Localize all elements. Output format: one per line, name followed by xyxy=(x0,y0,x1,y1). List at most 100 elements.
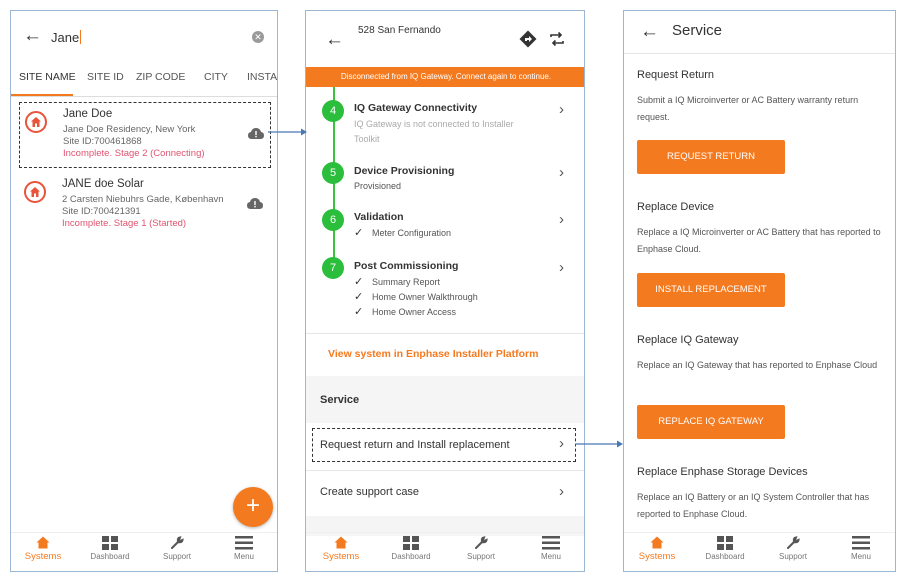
tab-city[interactable]: CITY xyxy=(204,71,228,83)
home-icon xyxy=(24,181,46,203)
directions-icon[interactable] xyxy=(519,30,537,48)
nav-systems[interactable]: Systems xyxy=(311,536,371,562)
tab-site-id[interactable]: SITE ID xyxy=(87,71,124,83)
service-screen: ← Service Request Return Submit a IQ Mic… xyxy=(623,10,896,572)
menu-icon xyxy=(852,536,870,550)
section-heading: Replace Device xyxy=(637,201,715,213)
check-item: ✓ Summary Report xyxy=(354,275,440,288)
step-subtitle: IQ Gateway is not connected to Installer… xyxy=(354,119,514,144)
nav-menu[interactable]: Menu xyxy=(831,536,891,561)
home-icon xyxy=(25,111,47,133)
nav-support[interactable]: Support xyxy=(147,536,207,561)
chevron-right-icon: › xyxy=(559,164,564,181)
nav-support[interactable]: Support xyxy=(763,536,823,561)
menu-icon xyxy=(235,536,253,550)
nav-dashboard[interactable]: Dashboard xyxy=(80,536,140,561)
check-item: ✓ Meter Configuration xyxy=(354,226,451,239)
nav-label: Support xyxy=(778,552,808,561)
request-return-row[interactable]: Request return and Install replacement › xyxy=(312,428,576,462)
nav-label: Menu xyxy=(540,552,561,561)
create-support-case-row[interactable]: Create support case › xyxy=(306,471,584,516)
back-arrow-icon[interactable]: ← xyxy=(23,25,42,47)
section-heading: Request Return xyxy=(637,69,715,81)
home-icon xyxy=(650,536,664,549)
nav-label: Dashboard xyxy=(705,552,745,561)
divider xyxy=(306,333,584,334)
cloud-alert-icon xyxy=(247,198,263,209)
step-title: IQ Gateway Connectivity xyxy=(354,102,478,114)
section-description: Replace an IQ Battery or an IQ System Co… xyxy=(637,492,870,519)
step-number: 4 xyxy=(322,100,344,122)
search-input[interactable]: Jane xyxy=(51,30,82,45)
site-status: Incomplete. Stage 1 (Started) xyxy=(62,218,187,229)
step-subtitle: Provisioned xyxy=(354,181,402,191)
nav-menu[interactable]: Menu xyxy=(521,536,581,561)
site-list-item[interactable]: JANE doe Solar 2 Carsten Niebuhrs Gade, … xyxy=(19,173,269,237)
nav-label: Support xyxy=(466,552,496,561)
swap-icon[interactable] xyxy=(549,31,565,47)
add-system-button[interactable]: + xyxy=(233,487,273,527)
flow-arrow-icon xyxy=(268,128,307,136)
chevron-right-icon: › xyxy=(559,483,564,500)
active-tab-indicator xyxy=(11,94,73,96)
nav-dashboard[interactable]: Dashboard xyxy=(695,536,755,561)
section-heading: Replace Enphase Storage Devices xyxy=(637,466,808,478)
checkmark-icon: ✓ xyxy=(354,276,364,288)
check-item: ✓ Home Owner Access xyxy=(354,305,456,318)
chevron-right-icon: › xyxy=(559,101,564,118)
service-header: ← Service xyxy=(624,11,895,54)
site-list-item[interactable]: Jane Doe Jane Doe Residency, New York Si… xyxy=(19,102,271,168)
check-label: Meter Configuration xyxy=(372,228,452,238)
tab-installer[interactable]: INSTAL xyxy=(247,71,277,83)
site-status: Incomplete. Stage 2 (Connecting) xyxy=(63,148,205,159)
step-number: 6 xyxy=(322,209,344,231)
replace-gateway-button[interactable]: REPLACE IQ GATEWAY xyxy=(637,405,785,439)
request-return-button[interactable]: REQUEST RETURN xyxy=(637,140,785,174)
nav-support[interactable]: Support xyxy=(451,536,511,561)
search-query-text: Jane xyxy=(51,30,80,45)
nav-label: Menu xyxy=(233,552,254,561)
service-row-label: Create support case xyxy=(320,486,420,498)
nav-label: Dashboard xyxy=(90,552,130,561)
site-address: 2 Carsten Niebuhrs Gade, København xyxy=(62,194,224,205)
nav-label: Menu xyxy=(850,552,871,561)
section-heading: Replace IQ Gateway xyxy=(637,334,739,346)
step-title: Post Commissioning xyxy=(354,260,459,272)
site-search-screen: ← Jane ✕ SITE NAME SITE ID ZIP CODE CITY… xyxy=(10,10,278,572)
wrench-icon xyxy=(787,536,800,549)
chevron-right-icon: › xyxy=(559,259,564,276)
tab-zip-code[interactable]: ZIP CODE xyxy=(136,71,185,83)
check-label: Home Owner Walkthrough xyxy=(372,292,478,302)
nav-dashboard[interactable]: Dashboard xyxy=(381,536,441,561)
site-address: Jane Doe Residency, New York xyxy=(63,124,196,135)
dashboard-icon xyxy=(717,536,733,550)
nav-label: Systems xyxy=(24,551,62,562)
service-label: Service xyxy=(320,394,360,406)
site-name: JANE doe Solar xyxy=(62,178,144,190)
clear-search-icon[interactable]: ✕ xyxy=(252,31,264,43)
back-arrow-icon[interactable]: ← xyxy=(325,29,344,51)
cloud-alert-icon xyxy=(248,128,264,139)
system-header: ← 528 San Fernando xyxy=(306,11,584,64)
dashboard-icon xyxy=(102,536,118,550)
nav-systems[interactable]: Systems xyxy=(627,536,687,562)
nav-systems[interactable]: Systems xyxy=(13,536,73,562)
service-row-label: Request return and Install replacement xyxy=(320,439,510,451)
nav-label: Systems xyxy=(638,551,676,562)
site-id: Site ID:700461868 xyxy=(63,136,142,147)
nav-menu[interactable]: Menu xyxy=(214,536,274,561)
chevron-right-icon: › xyxy=(559,435,564,452)
step-title: Validation xyxy=(354,211,404,223)
view-in-platform-link[interactable]: View system in Enphase Installer Platfor… xyxy=(328,348,538,360)
tab-site-name[interactable]: SITE NAME xyxy=(19,71,76,83)
install-replacement-button[interactable]: INSTALL REPLACEMENT xyxy=(637,273,785,307)
back-arrow-icon[interactable]: ← xyxy=(640,21,659,43)
checkmark-icon: ✓ xyxy=(354,227,364,239)
search-filter-tabs: SITE NAME SITE ID ZIP CODE CITY INSTAL xyxy=(11,68,277,97)
checkmark-icon: ✓ xyxy=(354,291,364,303)
check-item: ✓ Home Owner Walkthrough xyxy=(354,290,478,303)
service-row-wrapper: Request return and Install replacement › xyxy=(306,423,584,468)
text-cursor xyxy=(80,30,82,44)
check-label: Home Owner Access xyxy=(372,307,457,317)
chevron-right-icon: › xyxy=(559,211,564,228)
